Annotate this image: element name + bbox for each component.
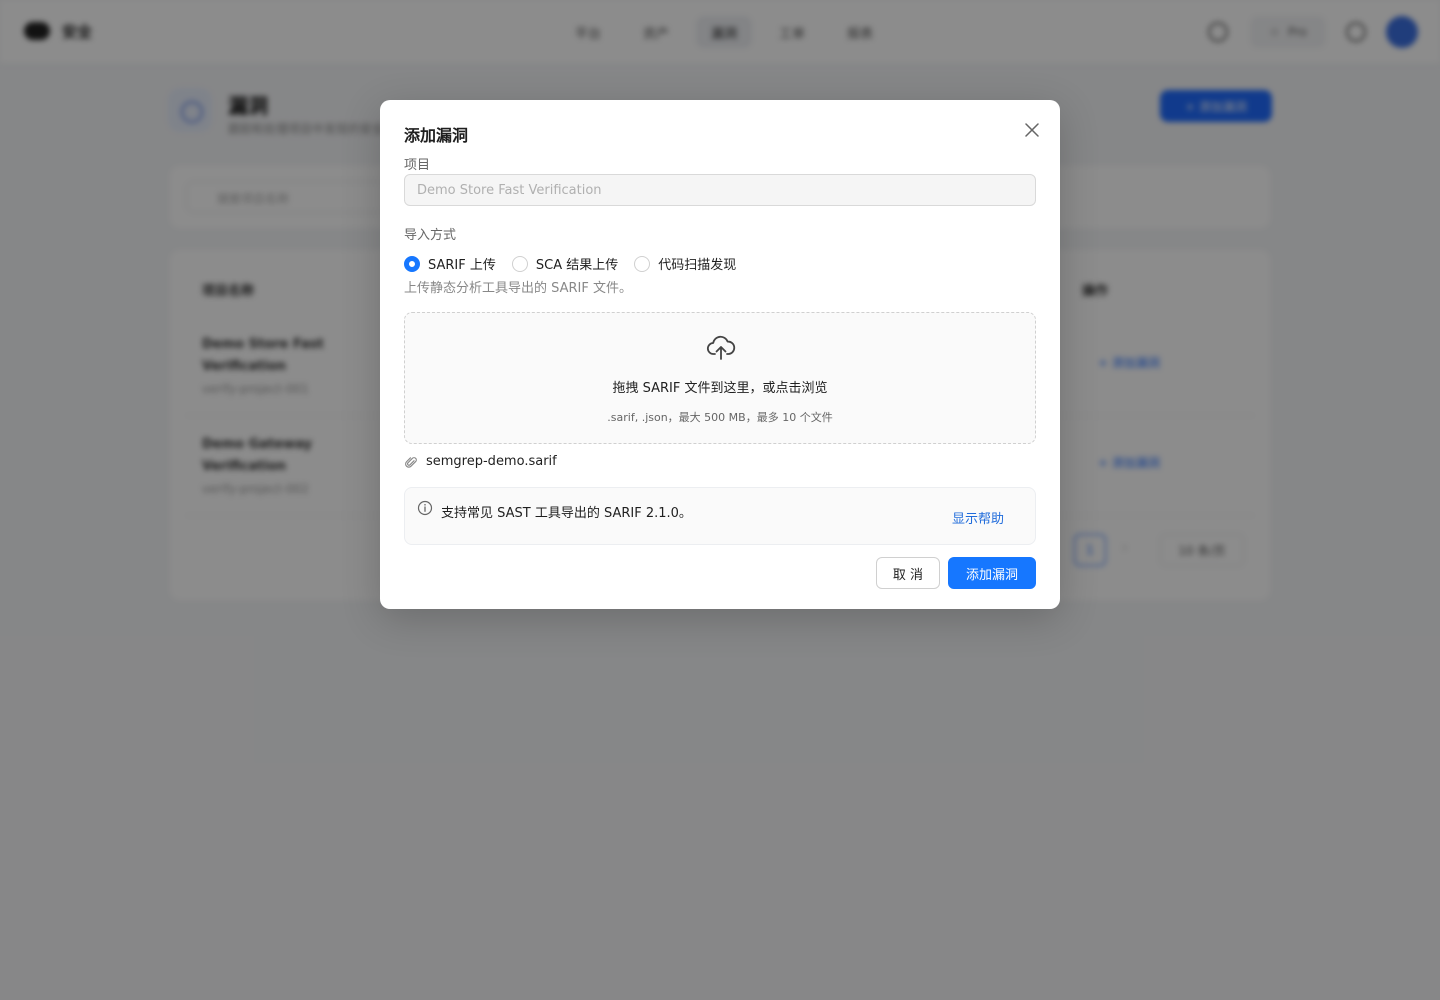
dropzone-sub-text: .sarif, .json，最大 500 MB，最多 10 个文件 bbox=[607, 411, 833, 424]
radio-label: 代码扫描发现 bbox=[658, 258, 737, 273]
file-dropzone[interactable]: 拖拽 SARIF 文件到这里，或点击浏览 .sarif, .json，最大 50… bbox=[404, 312, 1036, 444]
radio-code-scan[interactable]: 代码扫描发现 bbox=[634, 254, 736, 273]
import-method-label: 导入方式 bbox=[404, 228, 457, 243]
dropzone-main-text: 拖拽 SARIF 文件到这里，或点击浏览 bbox=[612, 381, 828, 396]
radio-label: SCA 结果上传 bbox=[535, 258, 619, 273]
submit-add-vulnerability-button[interactable]: 添加漏洞 bbox=[948, 557, 1036, 589]
show-help-link[interactable]: 显示帮助 bbox=[952, 508, 1004, 527]
project-field[interactable] bbox=[404, 174, 1036, 206]
uploaded-file-item[interactable]: semgrep-demo.sarif bbox=[404, 454, 557, 469]
close-icon bbox=[1025, 123, 1039, 137]
modal-title: 添加漏洞 bbox=[404, 126, 469, 145]
sarif-info-alert: 支持常见 SAST 工具导出的 SARIF 2.1.0。 显示帮助 bbox=[404, 487, 1036, 545]
uploaded-file-name: semgrep-demo.sarif bbox=[426, 454, 557, 469]
radio-label: SARIF 上传 bbox=[428, 258, 496, 273]
radio-checked-icon bbox=[404, 255, 420, 272]
cancel-button[interactable]: 取 消 bbox=[876, 557, 940, 589]
info-icon bbox=[417, 500, 433, 516]
radio-unchecked-icon bbox=[511, 255, 528, 272]
close-button[interactable] bbox=[1020, 118, 1044, 142]
info-text: 支持常见 SAST 工具导出的 SARIF 2.1.0。 bbox=[441, 506, 692, 521]
project-label: 项目 bbox=[404, 158, 431, 173]
radio-sarif-upload[interactable]: SARIF 上传 bbox=[404, 254, 496, 273]
radio-unchecked-icon bbox=[634, 255, 651, 272]
import-method-radio-group: SARIF 上传 SCA 结果上传 代码扫描发现 bbox=[404, 254, 736, 273]
radio-sca-upload[interactable]: SCA 结果上传 bbox=[511, 254, 619, 273]
import-method-hint: 上传静态分析工具导出的 SARIF 文件。 bbox=[404, 281, 632, 296]
paperclip-icon bbox=[405, 456, 417, 468]
add-vulnerability-modal: 添加漏洞 项目 导入方式 SARIF 上传 SCA 结果上传 代码扫描发现 上传… bbox=[380, 100, 1060, 609]
cloud-upload-icon bbox=[707, 335, 736, 360]
